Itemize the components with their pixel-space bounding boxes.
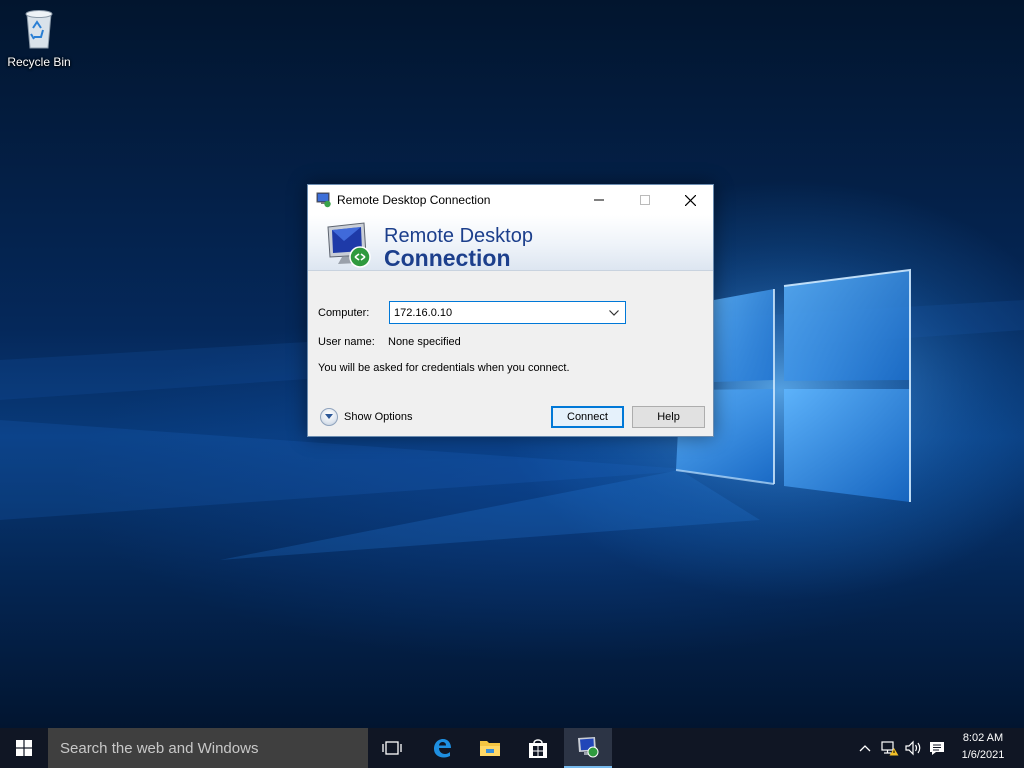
- help-button[interactable]: Help: [632, 406, 705, 428]
- computer-dropdown-button[interactable]: [603, 302, 625, 323]
- show-options-label: Show Options: [344, 411, 413, 423]
- credentials-note: You will be asked for credentials when y…: [318, 362, 570, 374]
- chevron-down-icon: [325, 414, 333, 419]
- remote-desktop-monitor-icon: [327, 222, 371, 268]
- start-button[interactable]: [0, 728, 48, 768]
- connect-button[interactable]: Connect: [551, 406, 624, 428]
- show-options-toggle[interactable]: Show Options: [320, 408, 412, 426]
- maximize-icon: [640, 195, 650, 205]
- store-icon: [529, 739, 547, 758]
- computer-combobox[interactable]: [389, 301, 626, 324]
- edge-taskbar-button[interactable]: [418, 728, 466, 768]
- username-label: User name:: [318, 336, 375, 348]
- expand-circle-icon: [320, 408, 338, 426]
- dialog-titlebar[interactable]: Remote Desktop Connection: [308, 185, 713, 215]
- volume-tray-button[interactable]: [902, 728, 926, 768]
- clock-time: 8:02 AM: [962, 732, 1004, 744]
- username-value: None specified: [388, 336, 461, 348]
- taskbar-clock[interactable]: 8:02 AM 1/6/2021: [945, 730, 1021, 766]
- banner-title-line2: Connection: [384, 245, 511, 271]
- edge-icon: [434, 739, 451, 758]
- chevron-down-icon: [609, 309, 619, 316]
- show-hidden-icons-button[interactable]: [852, 728, 878, 768]
- maximize-button[interactable]: [622, 185, 668, 215]
- computer-label: Computer:: [318, 307, 370, 319]
- taskbar: Search the web and Windows 8:02 AM 1/6/2…: [0, 728, 1024, 768]
- remote-desktop-small-icon: [316, 192, 331, 208]
- recycle-bin-icon: [25, 10, 53, 49]
- remote-desktop-dialog: Remote Desktop Connection Remote Desktop…: [307, 184, 714, 437]
- windows-start-icon: [16, 740, 32, 756]
- close-button[interactable]: [667, 185, 713, 215]
- dialog-banner: Remote Desktop Connection: [308, 215, 713, 271]
- network-warning-icon: [881, 741, 899, 756]
- minimize-button[interactable]: [576, 185, 622, 215]
- search-placeholder: Search the web and Windows: [60, 739, 259, 757]
- file-explorer-taskbar-button[interactable]: [466, 728, 514, 768]
- remote-desktop-icon: [578, 737, 599, 758]
- recycle-bin-shortcut[interactable]: Recycle Bin: [4, 6, 74, 76]
- speaker-icon: [905, 740, 921, 756]
- remote-desktop-taskbar-button[interactable]: [564, 728, 612, 768]
- store-taskbar-button[interactable]: [514, 728, 562, 768]
- taskbar-search-box[interactable]: Search the web and Windows: [48, 728, 368, 768]
- clock-date: 1/6/2021: [961, 749, 1005, 761]
- network-tray-button[interactable]: [878, 728, 902, 768]
- file-explorer-icon: [480, 741, 500, 756]
- computer-input[interactable]: [390, 302, 600, 323]
- task-view-icon: [382, 741, 402, 755]
- minimize-icon: [594, 199, 604, 201]
- close-icon: [684, 194, 696, 206]
- notification-icon: [930, 741, 944, 755]
- chevron-up-icon: [859, 745, 871, 752]
- recycle-bin-label: Recycle Bin: [7, 55, 71, 69]
- task-view-button[interactable]: [368, 728, 416, 768]
- dialog-title: Remote Desktop Connection: [337, 193, 491, 207]
